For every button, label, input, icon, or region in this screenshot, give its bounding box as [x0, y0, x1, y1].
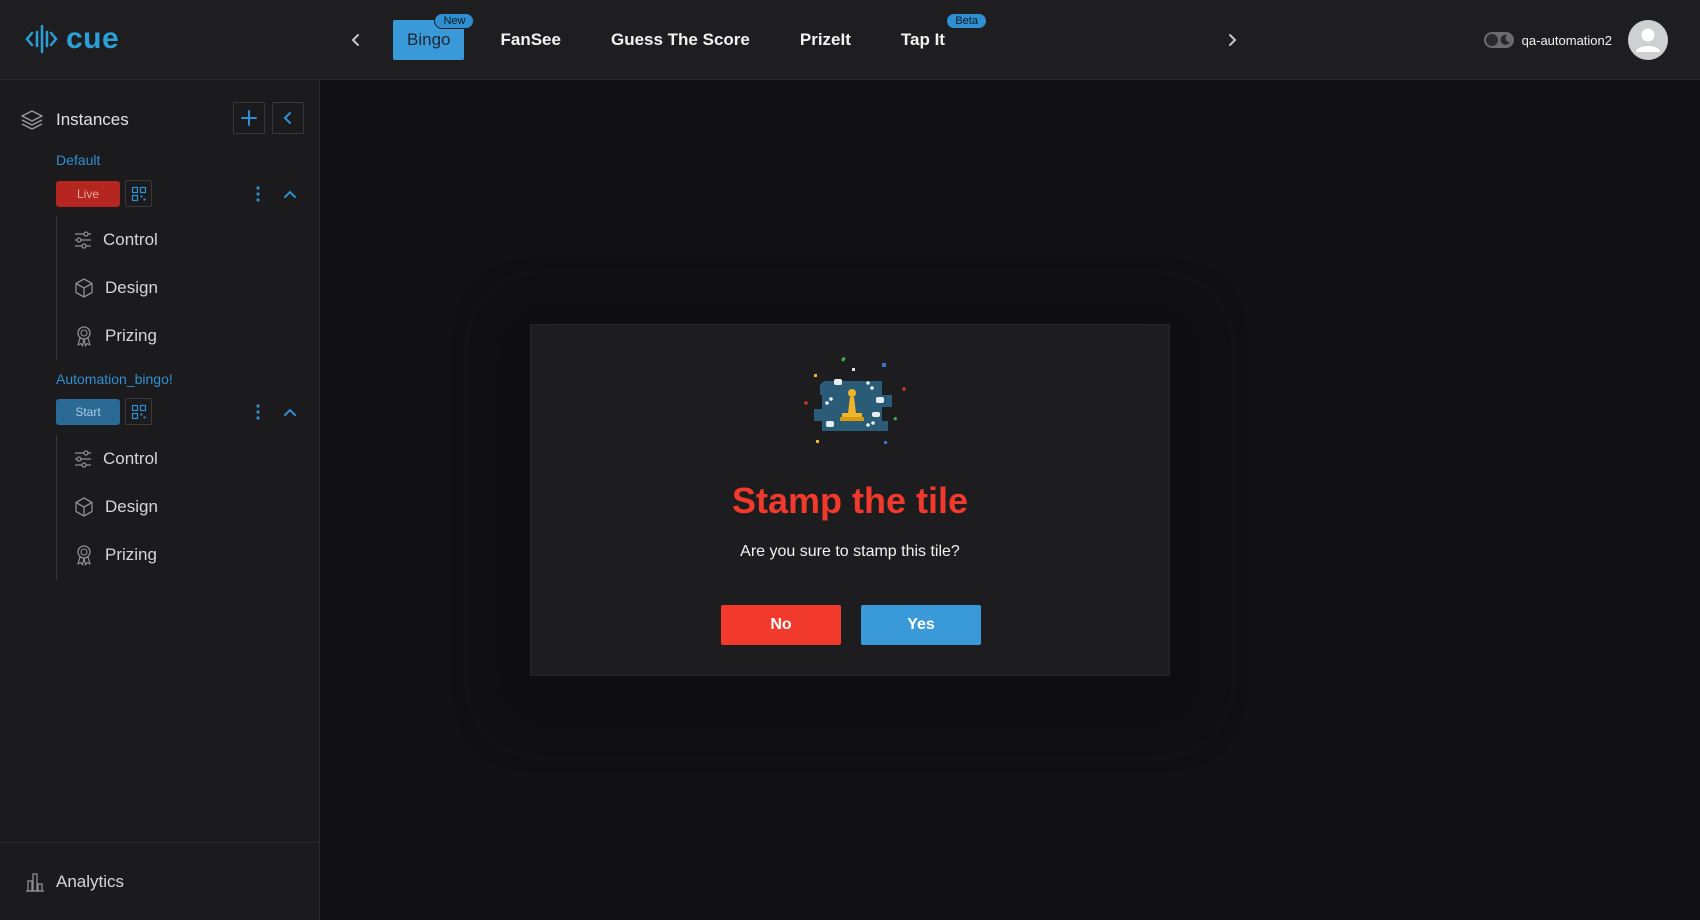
tab-label: Bingo — [407, 30, 451, 49]
plus-icon — [241, 110, 257, 126]
qr-code-icon — [131, 404, 146, 419]
chevron-left-icon — [351, 34, 359, 46]
award-icon — [77, 326, 91, 347]
sidebar-header: Instances — [20, 102, 305, 138]
cube-icon — [75, 497, 93, 517]
stamp-illustration-icon — [804, 356, 906, 444]
moon-icon — [1500, 34, 1510, 45]
sidebar-item-design[interactable]: Design — [57, 264, 306, 312]
sidebar-item-label: Prizing — [105, 326, 157, 345]
waveform-logo-icon — [25, 24, 58, 54]
user-icon — [1636, 28, 1660, 52]
sidebar-item-prizing[interactable]: Prizing — [57, 312, 306, 360]
layers-icon — [21, 110, 43, 130]
tab-label: Guess The Score — [610, 30, 750, 49]
sidebar-item-design[interactable]: Design — [57, 483, 306, 531]
sidebar-item-prizing[interactable]: Prizing — [57, 531, 306, 579]
tab-guess-the-score[interactable]: Guess The Score — [597, 20, 764, 60]
qr-code-button[interactable] — [125, 398, 152, 425]
dialog-title: Stamp the tile — [731, 480, 969, 521]
instance-name[interactable]: Default — [56, 152, 100, 168]
sidebar-item-label: Prizing — [105, 545, 157, 564]
sliders-icon — [75, 231, 91, 249]
chevron-right-icon — [1229, 34, 1237, 46]
beta-badge: Beta — [946, 13, 987, 29]
sidebar-item-analytics[interactable]: Analytics — [0, 842, 319, 920]
tab-fansee[interactable]: FanSee — [486, 20, 574, 60]
analytics-label: Analytics — [56, 871, 125, 891]
qr-code-icon — [131, 186, 146, 201]
bar-chart-icon — [26, 872, 44, 892]
game-tabs: Bingo New FanSee Guess The Score PrizeIt… — [393, 13, 987, 60]
instance-name[interactable]: Automation_bingo! — [56, 371, 173, 387]
chevron-up-icon — [284, 190, 296, 198]
instance-menu-button[interactable] — [250, 401, 266, 423]
sidebar-item-label: Control — [103, 230, 158, 249]
sidebar-item-control[interactable]: Control — [57, 435, 306, 483]
instance-submenu: Control Design Prizing — [56, 435, 306, 579]
tab-prizeit[interactable]: PrizeIt — [786, 20, 865, 60]
yes-button[interactable]: Yes — [861, 605, 981, 645]
sidebar-item-label: Design — [105, 497, 158, 516]
stamp-tile-dialog: Stamp the tile Are you sure to stamp thi… — [530, 324, 1170, 676]
sidebar-item-label: Control — [103, 449, 158, 468]
brand-name: cue — [66, 22, 120, 55]
collapse-instance-button[interactable] — [280, 402, 300, 422]
tab-label: PrizeIt — [799, 30, 851, 49]
username: qa-automation2 — [1521, 32, 1612, 48]
live-status-button[interactable]: Live — [56, 181, 120, 207]
theme-toggle[interactable] — [1483, 32, 1514, 48]
start-button[interactable]: Start — [56, 399, 120, 425]
collapse-sidebar-button[interactable] — [272, 102, 304, 134]
cue-logo[interactable]: cue — [24, 22, 119, 56]
avatar[interactable] — [1628, 20, 1668, 60]
no-button[interactable]: No — [721, 605, 841, 645]
cube-icon — [75, 278, 93, 298]
chevron-left-icon — [283, 112, 291, 124]
new-badge: New — [434, 13, 475, 29]
sidebar-item-label: Design — [105, 278, 158, 297]
sidebar-title: Instances — [56, 110, 129, 129]
sidebar-item-control[interactable]: Control — [57, 216, 306, 264]
instance-menu-button[interactable] — [250, 183, 266, 205]
more-vertical-icon — [256, 186, 260, 202]
tab-label: FanSee — [500, 30, 561, 49]
user-menu: qa-automation2 — [1483, 20, 1668, 60]
tab-label: Tap It — [900, 30, 945, 49]
nav-next-button[interactable] — [1220, 28, 1244, 52]
more-vertical-icon — [256, 404, 260, 420]
instance-submenu: Control Design Prizing — [56, 216, 306, 360]
tab-bingo[interactable]: Bingo New — [393, 13, 475, 60]
dialog-message: Are you sure to stamp this tile? — [740, 543, 960, 560]
nav-prev-button[interactable] — [344, 28, 368, 52]
sliders-icon — [75, 450, 91, 468]
qr-code-button[interactable] — [125, 180, 152, 207]
award-icon — [77, 545, 91, 566]
instances-sidebar: Instances Default Live Control Design Pr… — [0, 80, 320, 920]
top-bar: cue Bingo New FanSee Guess The Score Pri… — [0, 0, 1700, 80]
chevron-up-icon — [284, 408, 296, 416]
add-instance-button[interactable] — [233, 102, 265, 134]
collapse-instance-button[interactable] — [280, 184, 300, 204]
tab-tap-it[interactable]: Tap It Beta — [887, 13, 987, 60]
